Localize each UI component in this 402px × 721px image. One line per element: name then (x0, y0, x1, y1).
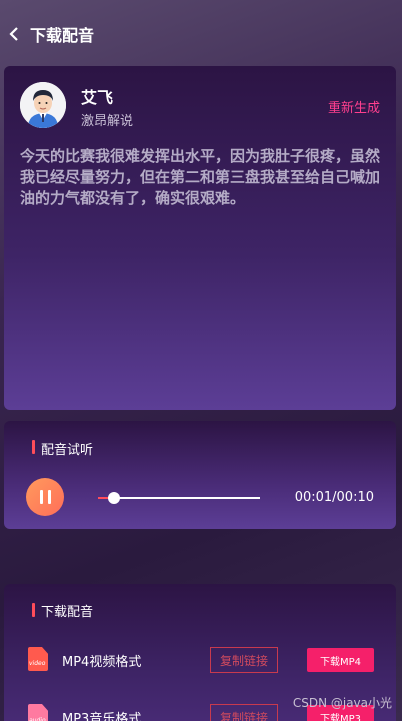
download-title: 下载配音 (41, 605, 94, 620)
pause-button[interactable] (26, 478, 64, 516)
speaker-name: 艾飞 (81, 88, 114, 107)
video-file-icon: video (28, 647, 48, 671)
copy-link-button[interactable]: 复制链接 (210, 647, 278, 673)
audio-file-icon: audio (28, 704, 48, 721)
format-label: MP4视频格式 (62, 655, 142, 670)
pause-icon-bar (47, 490, 51, 504)
watermark: CSDN @java小光 (292, 696, 392, 710)
copy-link-button[interactable]: 复制链接 (210, 704, 278, 721)
pause-icon (39, 490, 43, 504)
top-bar: 下载配音 (0, 0, 402, 68)
format-label: MP3音乐格式 (62, 712, 142, 721)
avatar (20, 82, 66, 128)
regenerate-button[interactable]: 重新生成 (328, 97, 380, 116)
back-arrow-icon[interactable] (8, 27, 22, 41)
voice-script-text: 今天的比赛我很难发挥出水平，因为我肚子很疼，虽然我已经尽量努力，但在第二和第三盘… (20, 147, 381, 207)
preview-card: 配音试听 00:01/00:10 (4, 421, 396, 529)
preview-title: 配音试听 (41, 443, 94, 458)
progress-thumb[interactable] (108, 492, 120, 504)
progress-track[interactable] (98, 497, 260, 499)
file-icon-text: video (29, 660, 46, 667)
download-mp4-button[interactable]: 下载MP4 (307, 648, 374, 672)
section-accent-bar (32, 603, 35, 617)
format-row-mp4: video MP4视频格式 复制链接 下载MP4 (4, 645, 396, 675)
file-icon-text: audio (29, 717, 46, 721)
section-accent-bar (32, 440, 35, 454)
page-title: 下载配音 (30, 26, 95, 45)
voice-card: 艾飞 激昂解说 重新生成 今天的比赛我很难发挥出水平，因为我肚子很疼，虽然我已经… (4, 66, 396, 410)
speaker-style: 激昂解说 (81, 114, 134, 129)
time-readout: 00:01/00:10 (294, 490, 374, 505)
